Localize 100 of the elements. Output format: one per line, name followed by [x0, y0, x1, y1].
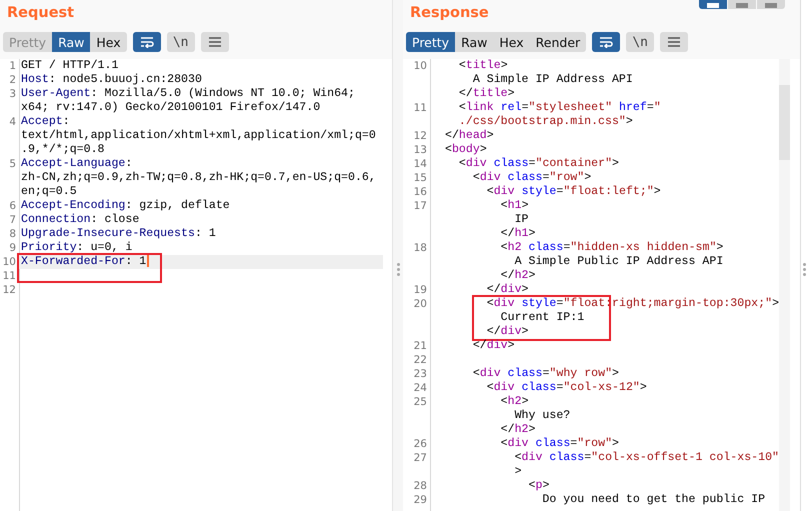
code-line: Do you need to get the public IP — [541, 493, 766, 507]
code-line: <h2> — [500, 395, 529, 409]
line-number: 7 — [8, 213, 17, 227]
code-line: User-Agent: Mozilla/5.0 (Windows NT 10.0; Win64; — [21, 87, 355, 101]
line-number: 24 — [412, 381, 428, 395]
code-line: x64; rv:147.0) Gecko/20100101 Firefox/147.0 — [21, 101, 320, 115]
code-line: <div class="row"> — [472, 171, 592, 185]
code-line: <link rel="stylesheet" href=" — [458, 101, 661, 115]
code-line: Accept: — [21, 115, 70, 129]
layout-toggle-button[interactable] — [699, 0, 727, 9]
line-number: 25 — [412, 395, 428, 409]
line-number: 10 — [412, 59, 428, 73]
code-line: IP — [514, 213, 528, 227]
line-number: 6 — [8, 199, 17, 213]
line-number: 16 — [412, 185, 428, 199]
menu-icon — [208, 36, 222, 48]
layout-toggle-button[interactable] — [728, 0, 756, 9]
code-line: </div> — [486, 325, 529, 339]
code-line: .9,*/*;q=0.8 — [21, 143, 104, 157]
code-line: </h2> — [500, 269, 536, 283]
pane-title: Response — [410, 4, 489, 23]
code-line: text/html,application/xhtml+xml,application/xml;q=0 — [21, 129, 376, 143]
line-number: 11 — [2, 269, 17, 283]
menu-icon — [667, 36, 682, 48]
view-tab[interactable]: Pretty — [406, 32, 456, 52]
menu-button[interactable] — [200, 32, 229, 52]
line-number: 19 — [412, 283, 428, 297]
code-line: </head> — [445, 129, 494, 143]
code-line: <h2 class="hidden-xs hidden-sm"> — [500, 241, 724, 255]
code-line: Why use? — [514, 409, 570, 423]
code-line: <div class="col-xs-offset-1 col-xs-10" — [514, 451, 780, 465]
line-number: 12 — [2, 283, 17, 297]
line-number: 27 — [412, 451, 428, 465]
line-number: 17 — [412, 199, 428, 213]
code-line: <title> — [458, 59, 508, 73]
line-number: 22 — [412, 353, 428, 367]
code-line: <div class="container"> — [458, 157, 619, 171]
code-line: <div class="col-xs-12"> — [486, 381, 647, 395]
line-number: 10 — [2, 255, 17, 269]
line-number: 3 — [8, 87, 17, 101]
line-number: 23 — [412, 367, 428, 381]
wrap-lines-icon — [140, 36, 154, 48]
code-line: </h2> — [500, 423, 536, 437]
code-line: > — [514, 465, 522, 479]
code-line: Connection: close — [21, 213, 140, 227]
code-line: Host: node5.buuoj.cn:28030 — [21, 73, 202, 87]
line-number: 9 — [8, 241, 17, 255]
line-number: 21 — [412, 339, 428, 353]
code-line: </div> — [472, 339, 515, 353]
line-number: 13 — [412, 143, 428, 157]
line-number: 1 — [8, 59, 17, 73]
view-tab[interactable]: Raw — [455, 32, 494, 52]
scrollbar[interactable] — [779, 59, 790, 511]
code-line: zh-CN,zh;q=0.9,zh-TW;q=0.8,zh-HK;q=0.7,en-US;q=0.6, — [21, 171, 376, 185]
view-tab[interactable]: Hex — [493, 32, 530, 52]
code-line: <h1> — [500, 199, 529, 213]
code-line: </div> — [486, 283, 529, 297]
line-number: 15 — [412, 171, 428, 185]
wrap-button[interactable] — [132, 32, 161, 52]
line-number: 29 — [412, 493, 428, 507]
code-line: Current IP:1 — [500, 311, 584, 325]
line-number: 11 — [412, 101, 428, 115]
code-line: A Simple IP Address API — [472, 73, 633, 87]
newline-button[interactable]: \n — [626, 32, 654, 52]
line-number: 18 — [412, 241, 428, 255]
wrap-button[interactable] — [592, 32, 620, 52]
code-line: en;q=0.5 — [21, 185, 77, 199]
code-line: <p> — [528, 479, 550, 493]
code-line: <body> — [445, 143, 487, 157]
pane-title: Request — [7, 4, 74, 23]
code-line: X-Forwarded-For: 1 — [21, 255, 150, 269]
code-line: Accept-Encoding: gzip, deflate — [21, 199, 230, 213]
code-line: Priority: u=0, i — [21, 241, 132, 255]
line-number: 8 — [8, 227, 17, 241]
newline-button[interactable]: \n — [166, 32, 195, 52]
line-number: 20 — [412, 297, 428, 311]
code-line: Accept-Language: — [21, 157, 132, 171]
line-number: 12 — [412, 129, 428, 143]
code-line: A Simple Public IP Address API — [514, 255, 724, 269]
code-line: <div style="float:left;"> — [486, 185, 661, 199]
code-line: ./css/bootstrap.min.css"> — [458, 115, 633, 129]
drag-handle[interactable] — [396, 263, 400, 276]
view-tab[interactable]: Hex — [90, 32, 127, 52]
code-line: GET / HTTP/1.1 — [21, 59, 118, 73]
line-number: 5 — [8, 157, 17, 171]
view-tab[interactable]: Render — [530, 32, 586, 52]
code-line: <div class="row"> — [500, 437, 620, 451]
wrap-lines-icon — [599, 36, 614, 48]
line-number: 14 — [412, 157, 428, 171]
menu-button[interactable] — [660, 32, 688, 52]
line-number: 28 — [412, 479, 428, 493]
scrollbar-thumb[interactable] — [779, 85, 790, 160]
view-tab[interactable]: Raw — [52, 32, 90, 52]
layout-toggle-button[interactable] — [757, 0, 785, 9]
line-number: 26 — [412, 437, 428, 451]
code-line: Upgrade-Insecure-Requests: 1 — [21, 227, 216, 241]
code-line: </h1> — [500, 227, 536, 241]
drag-handle[interactable] — [802, 263, 806, 276]
code-line: <div class="why row"> — [472, 367, 620, 381]
code-line: </title> — [458, 87, 515, 101]
